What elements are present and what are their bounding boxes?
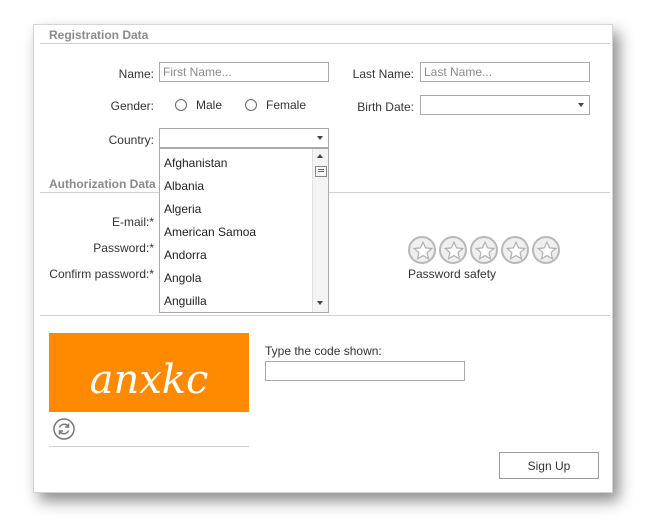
captcha-underline — [49, 446, 249, 447]
email-label: E-mail:* — [111, 215, 154, 229]
scroll-down-icon[interactable] — [317, 301, 323, 305]
captcha-image: anxkc — [49, 333, 249, 412]
birth-date-picker[interactable] — [420, 95, 590, 115]
chevron-down-icon[interactable] — [317, 136, 323, 140]
gender-label: Gender: — [110, 99, 154, 113]
password-safety-label: Password safety — [408, 267, 497, 281]
list-item[interactable]: Algeria — [164, 202, 201, 216]
star-icon — [532, 236, 560, 264]
scroll-thumb[interactable] — [315, 166, 327, 177]
scroll-up-icon[interactable] — [317, 154, 323, 158]
gender-female-label: Female — [266, 98, 307, 112]
last-name-label: Last Name: — [352, 67, 414, 81]
sign-up-button[interactable]: Sign Up — [499, 452, 599, 479]
registration-section-title: Registration Data — [49, 28, 149, 42]
list-item[interactable]: Afghanistan — [164, 156, 227, 170]
list-item[interactable]: Angola — [164, 271, 201, 285]
star-icon — [439, 236, 467, 264]
list-item[interactable]: Albania — [164, 179, 204, 193]
first-name-input[interactable] — [159, 62, 329, 82]
refresh-icon[interactable] — [53, 418, 75, 440]
captcha-divider — [40, 315, 610, 316]
registration-divider — [40, 43, 610, 44]
gender-male-label: Male — [196, 98, 223, 112]
last-name-input[interactable] — [420, 62, 590, 82]
star-icon — [408, 236, 436, 264]
gender-male-radio[interactable] — [175, 99, 187, 111]
country-dropdown-list[interactable]: Afghanistan Albania Algeria American Sam… — [159, 148, 329, 313]
star-icon — [501, 236, 529, 264]
country-label: Country: — [108, 133, 154, 147]
authorization-section-title: Authorization Data — [49, 177, 156, 191]
list-item[interactable]: Anguilla — [164, 294, 207, 308]
gender-female-radio[interactable] — [245, 99, 257, 111]
star-icon — [470, 236, 498, 264]
captcha-code: anxkc — [89, 357, 209, 403]
list-item[interactable]: American Samoa — [164, 225, 256, 239]
dropdown-scrollbar[interactable] — [312, 149, 328, 312]
chevron-down-icon — [578, 103, 584, 107]
captcha-input[interactable] — [265, 361, 465, 381]
birth-date-label: Birth Date: — [357, 100, 414, 114]
list-item[interactable]: Andorra — [164, 248, 207, 262]
country-select[interactable] — [159, 128, 329, 148]
confirm-password-label: Confirm password:* — [49, 267, 154, 281]
captcha-prompt-label: Type the code shown: — [265, 344, 382, 358]
name-label: Name: — [118, 67, 154, 81]
password-label: Password:* — [93, 241, 154, 255]
